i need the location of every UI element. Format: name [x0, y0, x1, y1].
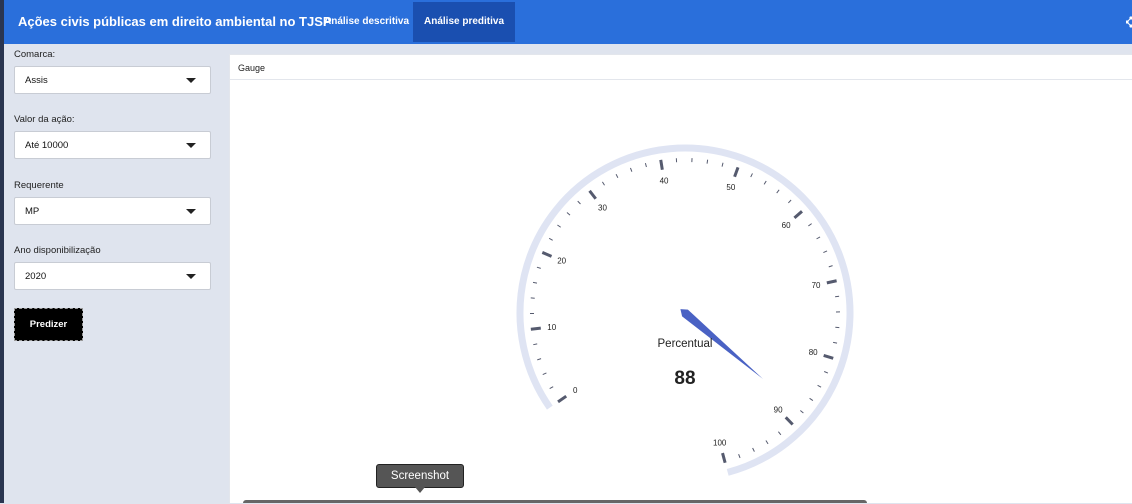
gauge-major-tick [794, 211, 802, 218]
gauge-minor-tick [549, 238, 553, 240]
gauge-minor-tick [751, 173, 753, 177]
gauge-chart: 0 10 20 30 40 50 60 70 80 90 100 Percentual 88 [230, 55, 1132, 504]
gauge-panel: Gauge 0102030405060708090100 Percentual … [229, 54, 1132, 503]
gauge-minor-tick [818, 385, 822, 387]
chevron-down-icon [186, 209, 196, 214]
gauge-minor-tick [808, 224, 811, 226]
gauge-minor-tick [543, 373, 547, 375]
gauge-minor-tick [567, 213, 570, 216]
gauge-major-tick [735, 167, 738, 176]
gauge-major-tick [661, 160, 663, 170]
gauge-minor-tick [800, 410, 803, 413]
chevron-down-icon [186, 143, 196, 148]
gauge-tick-label: 50 [726, 183, 735, 192]
gauge-minor-tick [645, 163, 646, 167]
requerente-label: Requerente [14, 180, 64, 191]
comarca-select[interactable]: Assis [14, 66, 211, 94]
gauge-major-tick [723, 453, 726, 463]
gauge-label: Percentual [658, 338, 713, 350]
comarca-value: Assis [25, 75, 48, 86]
valor-acao-label: Valor da ação: [14, 114, 75, 125]
gauge-major-tick [590, 191, 596, 199]
share-icon[interactable] [1126, 15, 1132, 29]
gauge-tick-label: 80 [809, 348, 818, 357]
gauge-minor-tick [602, 182, 604, 185]
gauge-minor-tick [823, 251, 827, 253]
requerente-select[interactable]: MP [14, 197, 211, 225]
gauge-tick-label: 10 [547, 323, 556, 332]
gauge-major-tick [558, 396, 566, 402]
top-navbar: Ações civis públicas em direito ambienta… [4, 0, 1132, 44]
gauge-minor-tick [557, 225, 560, 227]
gauge-minor-tick [578, 201, 581, 204]
gauge-tick-label: 30 [598, 203, 607, 212]
gauge-minor-tick [766, 440, 768, 443]
gauge-minor-tick [777, 190, 779, 193]
gauge-tick-label: 70 [812, 281, 821, 290]
gauge-minor-tick [824, 372, 828, 374]
gauge-minor-tick [810, 398, 813, 400]
gauge-tick-label: 100 [713, 438, 727, 447]
gauge-tick-label: 60 [782, 221, 791, 230]
chevron-down-icon [186, 274, 196, 279]
screenshot-tooltip: Screenshot [376, 464, 464, 488]
gauge-minor-tick [778, 432, 780, 435]
gauge-major-tick [786, 417, 793, 424]
gauge-tick-label: 40 [660, 177, 669, 186]
gauge-minor-tick [533, 344, 537, 345]
gauge-tick-label: 20 [557, 257, 566, 266]
chevron-down-icon [186, 78, 196, 83]
gauge-major-tick [542, 252, 551, 256]
sidebar: Comarca: Assis Valor da ação: Até 10000 … [4, 44, 220, 503]
ano-select[interactable]: 2020 [14, 262, 211, 290]
gauge-tick-label: 0 [573, 386, 578, 395]
ano-value: 2020 [25, 271, 46, 282]
gauge-minor-tick [537, 359, 541, 360]
gauge-major-tick [827, 281, 837, 283]
gauge-minor-tick [753, 448, 755, 452]
valor-acao-value: Até 10000 [25, 140, 68, 151]
gauge-major-tick [531, 328, 541, 329]
predizer-button[interactable]: Predizer [14, 308, 83, 341]
gauge-tick-label: 90 [774, 405, 783, 414]
requerente-value: MP [25, 206, 39, 217]
gauge-minor-tick [722, 163, 723, 167]
gauge-minor-tick [833, 342, 837, 343]
ano-label: Ano disponibilização [14, 245, 101, 256]
gauge-minor-tick [829, 266, 833, 267]
gauge-minor-tick [739, 454, 740, 458]
gauge-minor-tick [630, 168, 631, 172]
gauge-value: 88 [674, 368, 695, 389]
gauge-minor-tick [537, 267, 541, 268]
gauge-minor-tick [817, 237, 820, 239]
comarca-label: Comarca: [14, 49, 55, 60]
gauge-minor-tick [764, 181, 766, 184]
gauge-minor-tick [616, 174, 618, 178]
gauge-minor-tick [533, 282, 537, 283]
gauge-minor-tick [788, 200, 791, 203]
tab-analise-preditiva[interactable]: Análise preditiva [413, 2, 515, 42]
gauge-minor-tick [707, 160, 708, 164]
tab-analise-descritiva[interactable]: Análise descritiva [313, 2, 420, 42]
valor-acao-select[interactable]: Até 10000 [14, 131, 211, 159]
app-title: Ações civis públicas em direito ambienta… [18, 14, 332, 29]
gauge-major-tick [824, 355, 834, 358]
gauge-minor-tick [550, 387, 553, 389]
